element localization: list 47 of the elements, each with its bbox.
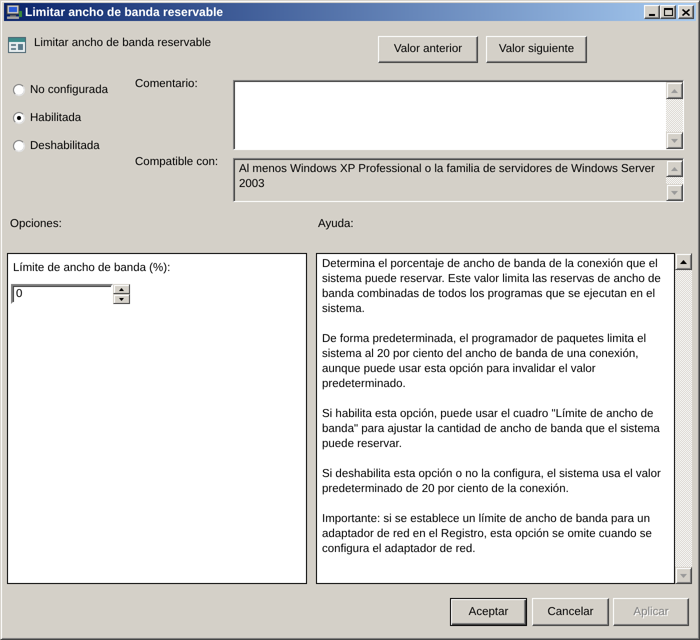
scroll-up-button[interactable]: [666, 82, 683, 99]
spin-down-button[interactable]: [113, 294, 130, 304]
help-paragraph: Si habilita esta opción, puede usar el cuadro "Límite de ancho de banda" para ajustar la cantidad de ancho de banda que el sistema puede reservar.: [322, 407, 661, 452]
previous-setting-button[interactable]: Valor anterior: [378, 36, 478, 63]
computer-icon: [6, 5, 22, 19]
scrollbar-track[interactable]: [666, 177, 683, 184]
bandwidth-limit-label: Límite de ancho de banda (%):: [12, 261, 170, 276]
up-arrow-icon: [671, 88, 678, 92]
scroll-down-button[interactable]: [675, 567, 692, 584]
down-arrow-icon: [671, 138, 678, 142]
scroll-up-button[interactable]: [675, 253, 692, 270]
ok-button[interactable]: Aceptar: [450, 598, 527, 626]
radio-button[interactable]: Habilitada: [13, 108, 135, 128]
scroll-down-button[interactable]: [666, 132, 683, 149]
maximize-button[interactable]: [660, 5, 676, 19]
options-heading: Opciones:: [10, 218, 62, 230]
radio-button[interactable]: Deshabilitada: [13, 136, 135, 156]
form-icon: [8, 37, 26, 53]
minimize-button[interactable]: [644, 5, 660, 19]
help-paragraph: Importante: si se establece un límite de ancho de banda para un adaptador de red en el Registro, esta opción se omite cuando se configura el adaptador de red.: [322, 512, 653, 557]
down-arrow-icon: [671, 190, 678, 194]
help-paragraph: De forma predeterminada, el programador de paquetes limita el sistema al 20 por ciento del ancho de banda de una conexión, aunque puede usar esta opción para invalidar el valor predeterminado.: [322, 332, 648, 392]
window-title: Limitar ancho de banda reservable: [25, 4, 224, 20]
comment-label: Comentario:: [135, 77, 199, 92]
policy-title: Limitar ancho de banda reservable: [33, 36, 212, 51]
compatibility-label: Compatible con:: [135, 155, 220, 170]
up-arrow-icon: [680, 260, 687, 264]
up-arrow-icon: [119, 288, 124, 290]
cancel-button[interactable]: Cancelar: [532, 598, 609, 626]
compatibility-text: Al menos Windows XP Professional o la familia de servidores de Windows Server 2003: [238, 162, 656, 192]
up-arrow-icon: [671, 166, 678, 170]
radio-button[interactable]: No configurada: [13, 80, 135, 100]
help-paragraph: Si deshabilita esta opción o no la configura, el sistema usa el valor predeterminado de 20 por ciento de la conexión.: [322, 467, 662, 497]
next-setting-button[interactable]: Valor siguiente: [486, 36, 587, 63]
comment-field[interactable]: [233, 80, 684, 150]
minimize-icon: [649, 14, 655, 16]
close-button[interactable]: [678, 5, 694, 19]
scroll-down-button[interactable]: [666, 184, 683, 201]
bandwidth-limit-input[interactable]: 0: [11, 284, 113, 304]
spin-up-button[interactable]: [113, 284, 130, 294]
scroll-up-button[interactable]: [666, 160, 683, 177]
close-icon: [682, 8, 690, 16]
down-arrow-icon: [119, 298, 124, 300]
help-heading: Ayuda:: [318, 217, 354, 232]
help-paragraph: Determina el porcentaje de ancho de banda de la conexión que el sistema puede reservar. Este valor limita las reservas de ancho de banda combinadas de todos los programas que se ejecutan en el sistema.: [322, 257, 662, 317]
down-arrow-icon: [680, 574, 687, 578]
maximize-icon: [664, 8, 672, 16]
